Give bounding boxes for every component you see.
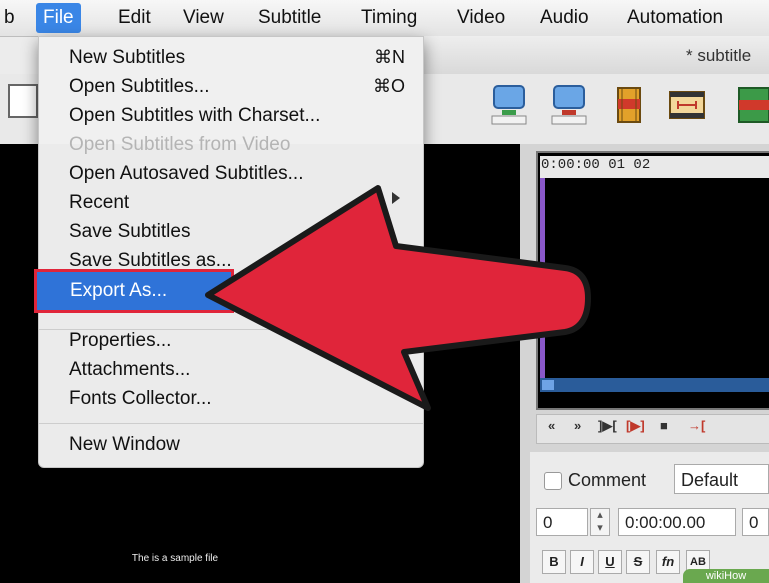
toolbar: [420, 74, 769, 145]
window-title: * subtitle: [686, 46, 752, 65]
film-icon[interactable]: [735, 84, 769, 126]
rewind-icon[interactable]: «: [548, 418, 555, 433]
menu-app[interactable]: b: [4, 0, 15, 36]
audio-ruler-label: 0:00:00 01 02: [541, 157, 651, 173]
stop-icon[interactable]: ■: [660, 418, 668, 433]
menu-file[interactable]: File: [36, 3, 81, 33]
layer-field[interactable]: 0: [536, 508, 588, 536]
watermark: wikiHow: [683, 569, 769, 583]
menu-video[interactable]: Video: [457, 0, 505, 36]
font-button[interactable]: fn: [656, 550, 680, 574]
audio-scrollbar-thumb[interactable]: [542, 380, 554, 390]
strikeout-button[interactable]: S: [626, 550, 650, 574]
menu-subtitle[interactable]: Subtitle: [258, 0, 321, 36]
end-time-field[interactable]: 0: [742, 508, 769, 536]
menu-item-open-charset[interactable]: Open Subtitles with Charset...: [69, 105, 320, 127]
forward-icon[interactable]: »: [574, 418, 581, 433]
start-time-field[interactable]: 0:00:00.00: [618, 508, 736, 536]
shortcut-open: ⌘O: [372, 76, 405, 96]
menu-item-properties[interactable]: Properties...: [69, 330, 171, 352]
play-line-icon[interactable]: [▶]: [626, 418, 645, 434]
menu-automation[interactable]: Automation: [627, 0, 723, 36]
menu-separator: [39, 423, 423, 424]
file-menu: New Subtitles ⌘N Open Subtitles... ⌘O Op…: [38, 36, 424, 468]
layer-stepper[interactable]: ▴ ▾: [590, 508, 610, 536]
style-select[interactable]: Default: [674, 464, 769, 494]
bold-button[interactable]: B: [542, 550, 566, 574]
menu-audio[interactable]: Audio: [540, 0, 589, 36]
shortcut-new: ⌘N: [374, 47, 405, 67]
monitor-icon[interactable]: [490, 84, 528, 126]
toolbar-new-icon[interactable]: [8, 84, 38, 118]
audio-scrollbar[interactable]: [540, 378, 769, 392]
menu-edit[interactable]: Edit: [118, 0, 151, 36]
play-before-icon[interactable]: →[: [688, 418, 705, 433]
menu-bar: b File Edit View Subtitle Timing Video A…: [0, 0, 769, 37]
playback-controls: [536, 414, 769, 444]
monitor-icon[interactable]: [550, 84, 588, 126]
audio-waveform[interactable]: [536, 151, 769, 410]
menu-item-new-window[interactable]: New Window: [69, 434, 180, 456]
film-strip-icon[interactable]: [668, 84, 706, 126]
play-selection-icon[interactable]: ]▶[: [598, 418, 617, 434]
menu-item-save-subtitles[interactable]: Save Subtitles: [69, 221, 190, 243]
menu-item-export-as[interactable]: Export As...: [70, 280, 167, 302]
italic-button[interactable]: I: [570, 550, 594, 574]
underline-button[interactable]: U: [598, 550, 622, 574]
comment-checkbox[interactable]: [544, 472, 562, 490]
film-icon[interactable]: [610, 84, 648, 126]
menu-item-attachments[interactable]: Attachments...: [69, 359, 190, 381]
comment-label: Comment: [568, 470, 647, 490]
submenu-arrow-icon: [392, 192, 400, 204]
menu-view[interactable]: View: [183, 0, 224, 36]
video-subtitle-text: The is a sample file: [131, 553, 219, 564]
menu-item-open-autosaved[interactable]: Open Autosaved Subtitles...: [69, 163, 304, 185]
toolbar-left: [0, 74, 40, 144]
menu-item-new-subtitles[interactable]: New Subtitles: [69, 47, 185, 69]
menu-item-fonts-collector[interactable]: Fonts Collector...: [69, 388, 212, 410]
audio-cursor: [540, 178, 545, 378]
menu-timing[interactable]: Timing: [361, 0, 417, 36]
menu-item-open-subtitles[interactable]: Open Subtitles...: [69, 76, 209, 98]
menu-item-recent[interactable]: Recent: [69, 192, 129, 214]
menu-item-export-as-highlight[interactable]: Export As...: [34, 269, 234, 313]
menu-item-open-from-video: Open Subtitles from Video: [69, 134, 291, 155]
